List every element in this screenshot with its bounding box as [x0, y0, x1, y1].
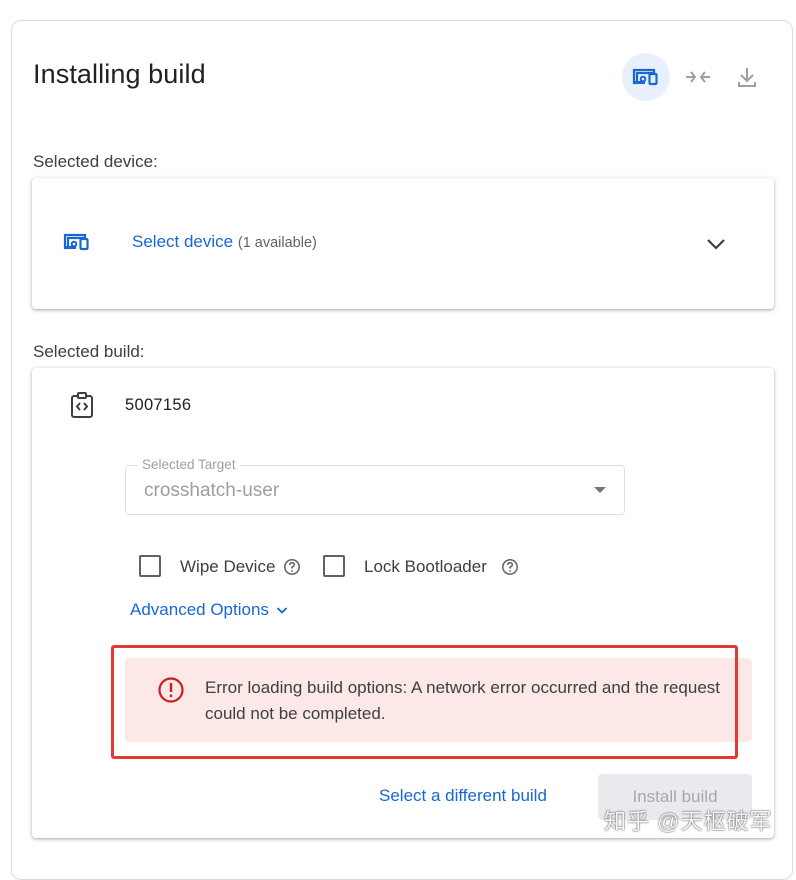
disconnect-button[interactable] [674, 53, 722, 101]
device-connect-button[interactable] [622, 53, 670, 101]
watermark: 知乎 @天枢破军 [604, 809, 773, 834]
target-select[interactable]: Selected Target crosshatch-user [125, 457, 625, 515]
build-card: 5007156 Selected Target crosshatch-user … [32, 368, 774, 838]
device-card[interactable]: Select device (1 available) [32, 178, 774, 309]
selected-device-label: Selected device: [33, 152, 158, 171]
page-title: Installing build [33, 59, 206, 89]
lock-bootloader-checkbox[interactable] [323, 555, 345, 577]
select-device-link[interactable]: Select device (1 available) [132, 232, 317, 252]
build-id: 5007156 [125, 396, 192, 414]
chevron-down-icon [276, 607, 288, 614]
wipe-device-label: Wipe Device [180, 557, 276, 576]
device-icon [63, 233, 89, 251]
dropdown-arrow-icon [594, 487, 606, 493]
download-button[interactable] [723, 53, 771, 101]
error-icon [158, 677, 184, 703]
target-label: Selected Target [138, 457, 240, 472]
install-panel: Installing build Selected device: Select… [11, 20, 793, 880]
advanced-options-label: Advanced Options [130, 600, 269, 619]
advanced-options-toggle[interactable]: Advanced Options [130, 600, 289, 620]
target-value: crosshatch-user [144, 480, 280, 501]
lock-bootloader-label: Lock Bootloader [364, 557, 487, 576]
wipe-device-checkbox[interactable] [139, 555, 161, 577]
select-different-build-button[interactable]: Select a different build [379, 786, 547, 806]
build-code-icon [71, 392, 93, 418]
download-icon [738, 68, 756, 87]
available-count: (1 available) [237, 235, 317, 251]
error-text: Error loading build options: A network e… [205, 678, 721, 723]
device-connect-icon [632, 68, 658, 86]
selected-build-label: Selected build: [33, 342, 145, 361]
select-device-text: Select device [132, 232, 234, 251]
error-message: Error loading build options: A network e… [125, 658, 752, 742]
help-icon[interactable] [283, 558, 301, 576]
compress-arrows-icon [686, 71, 710, 83]
help-icon[interactable] [501, 558, 519, 576]
chevron-down-icon[interactable] [704, 232, 728, 256]
